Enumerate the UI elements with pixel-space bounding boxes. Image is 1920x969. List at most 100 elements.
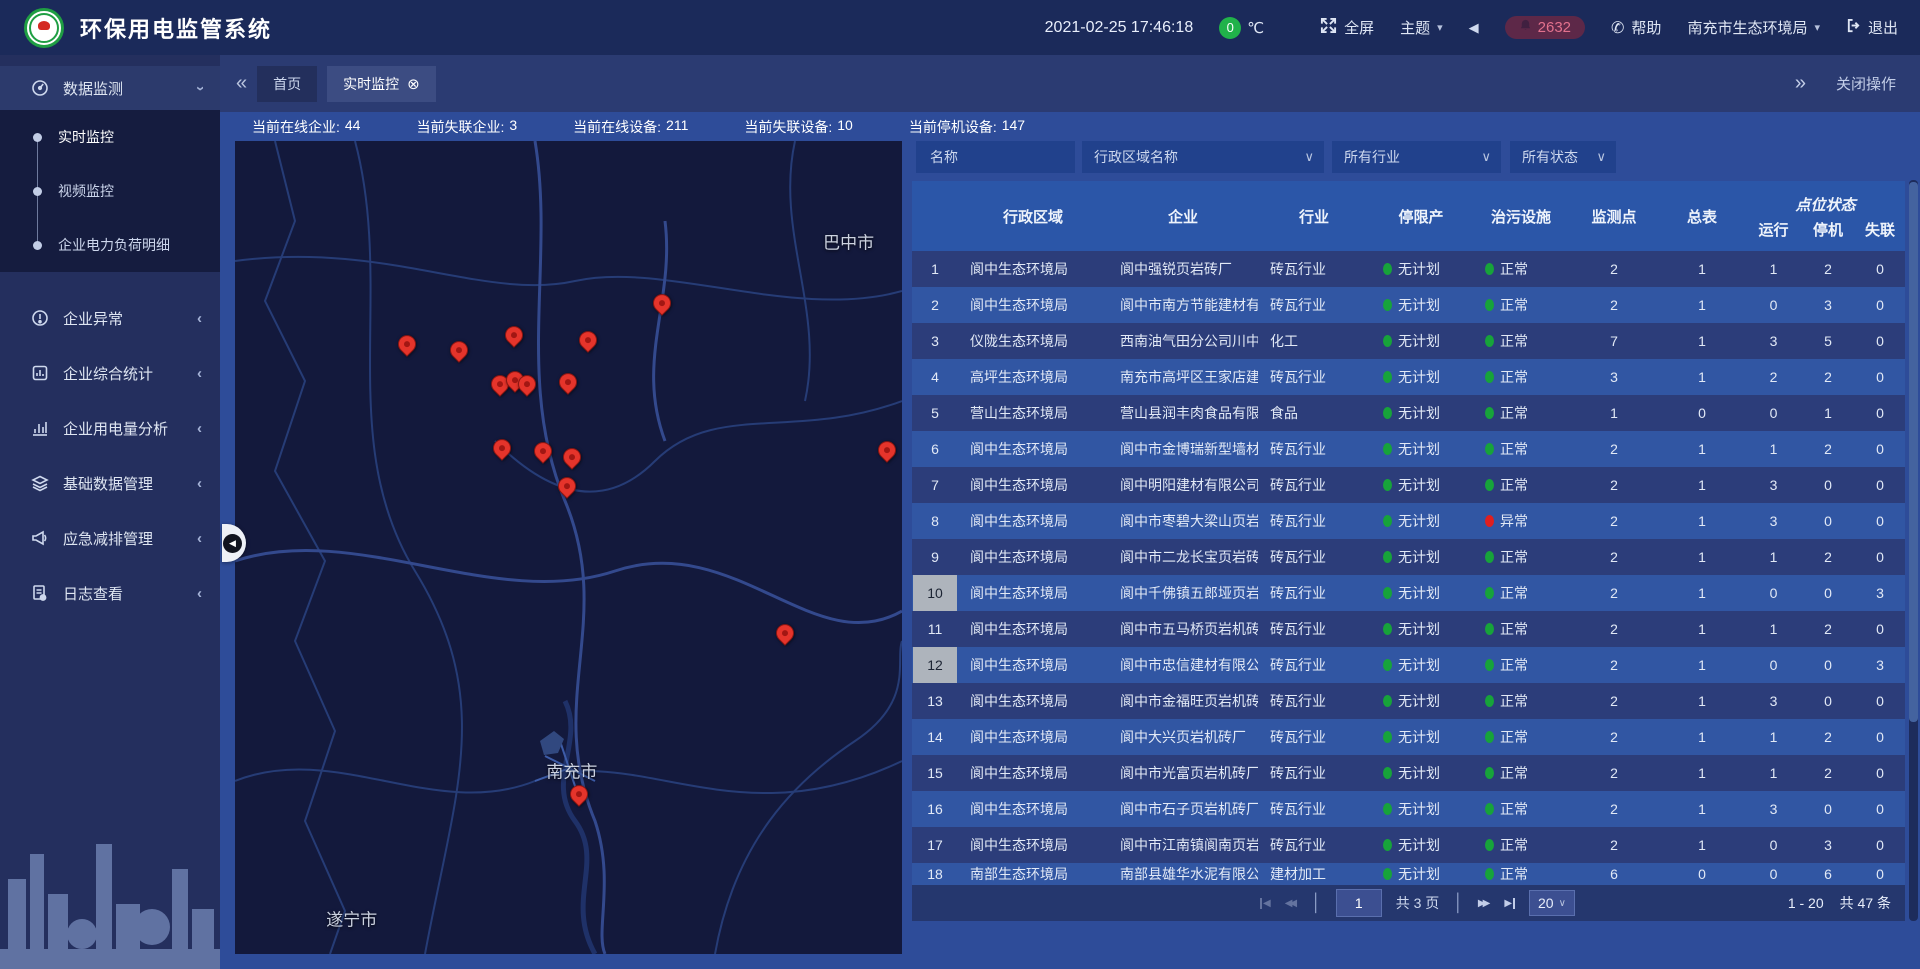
sidebar-group[interactable]: 企业异常‹ [0, 296, 220, 340]
table-row[interactable]: 2阆中生态环境局阆中市南方节能建材有砖瓦行业无计划正常21030 [912, 287, 1905, 323]
sidebar-subitem[interactable]: 企业电力负荷明细 [0, 218, 220, 272]
map-pin[interactable] [397, 334, 417, 360]
cell-monitor-points: 2 [1570, 503, 1658, 539]
table-row[interactable]: 16阆中生态环境局阆中市石子页岩机砖厂砖瓦行业无计划正常21300 [912, 791, 1905, 827]
cell-region: 阆中生态环境局 [958, 287, 1108, 323]
sidebar-group[interactable]: 基础数据管理‹ [0, 461, 220, 505]
name-filter-input[interactable] [928, 148, 1063, 166]
limit-text: 无计划 [1398, 331, 1440, 351]
tab-home[interactable]: 首页 [257, 66, 317, 102]
table-row[interactable]: 8阆中生态环境局阆中市枣碧大梁山页岩砖瓦行业无计划异常21300 [912, 503, 1905, 539]
cell-production-limit: 无计划 [1370, 431, 1472, 467]
status-filter-select[interactable]: 所有状态 ∨ [1510, 141, 1616, 173]
map-roads [235, 141, 902, 954]
last-page-button[interactable]: ▶ [1504, 898, 1515, 909]
cell-pollution-control: 正常 [1472, 755, 1570, 791]
fullscreen-button[interactable]: 全屏 [1320, 17, 1374, 38]
table-row[interactable]: 1阆中生态环境局阆中强锐页岩砖厂砖瓦行业无计划正常21120 [912, 251, 1905, 287]
map-pin[interactable] [562, 447, 582, 473]
map-pin[interactable] [517, 374, 537, 400]
notification-badge[interactable]: 2632 [1505, 16, 1585, 39]
cell-region: 阆中生态环境局 [958, 683, 1108, 719]
table-row[interactable]: 10阆中生态环境局阆中千佛镇五郎垭页岩砖瓦行业无计划正常21003 [912, 575, 1905, 611]
table-row[interactable]: 3仪陇生态环境局西南油气田分公司川中化工无计划正常71350 [912, 323, 1905, 359]
sidebar-group[interactable]: 日志查看‹ [0, 571, 220, 615]
map-pin[interactable] [775, 623, 795, 649]
close-icon[interactable]: ⊗ [407, 75, 420, 93]
cell-index: 13 [912, 683, 958, 719]
table-row[interactable]: 7阆中生态环境局阆中明阳建材有限公司砖瓦行业无计划正常21300 [912, 467, 1905, 503]
cell-stopped: 0 [1801, 791, 1855, 827]
sidebar-group[interactable]: 数据监测‹ [0, 66, 220, 110]
tab-realtime-monitor[interactable]: 实时监控 ⊗ [327, 66, 436, 102]
map-pin[interactable] [504, 325, 524, 351]
chevron-down-icon: ∨ [1304, 149, 1314, 165]
logout-button[interactable]: 退出 [1846, 17, 1898, 38]
vertical-scrollbar[interactable] [1909, 180, 1918, 921]
cell-disconnected: 0 [1855, 467, 1905, 503]
theme-menu[interactable]: 主题 ▾ [1400, 17, 1443, 38]
status-dot-green [1485, 407, 1494, 419]
status-dot-green [1383, 299, 1392, 311]
chevron-left-icon: ‹ [197, 310, 202, 327]
page-size-select[interactable]: 20 ∨ [1529, 890, 1575, 916]
temperature-badge: 0 [1219, 17, 1241, 39]
map-pin[interactable] [578, 330, 598, 356]
map-pin[interactable] [877, 440, 897, 466]
row-number: 12 [913, 647, 957, 683]
tabs-scroll-right-icon[interactable]: » [1795, 72, 1806, 95]
sidebar-group[interactable]: 应急减排管理‹ [0, 516, 220, 560]
facility-text: 正常 [1500, 763, 1528, 783]
map-pin[interactable] [533, 441, 553, 467]
map-pin[interactable] [558, 372, 578, 398]
map-pin[interactable] [557, 476, 577, 502]
table-row[interactable]: 9阆中生态环境局阆中市二龙长宝页岩砖砖瓦行业无计划正常21120 [912, 539, 1905, 575]
close-operations-button[interactable]: 关闭操作 [1836, 73, 1896, 94]
table-row[interactable]: 18南部生态环境局南部县雄华水泥有限公建材加工无计划正常60060 [912, 863, 1905, 885]
table-row[interactable]: 4高坪生态环境局南充市高坪区王家店建砖瓦行业无计划正常31220 [912, 359, 1905, 395]
next-page-button[interactable]: ▶▶ [1478, 898, 1487, 909]
help-button[interactable]: ✆ 帮助 [1611, 17, 1661, 38]
tabs-scroll-left-icon[interactable]: « [236, 72, 247, 95]
cell-stopped: 0 [1801, 575, 1855, 611]
cell-monitor-points: 2 [1570, 827, 1658, 863]
industry-filter-select[interactable]: 所有行业 ∨ [1332, 141, 1501, 173]
facility-text: 正常 [1500, 619, 1528, 639]
cell-industry: 砖瓦行业 [1258, 539, 1370, 575]
mute-button[interactable]: ◀ [1469, 20, 1479, 36]
sidebar-group[interactable]: 企业用电量分析‹ [0, 406, 220, 450]
app-logo [24, 8, 64, 48]
sidebar-group[interactable]: 企业综合统计‹ [0, 351, 220, 395]
cell-stopped: 2 [1801, 359, 1855, 395]
org-menu[interactable]: 南充市生态环境局 ▾ [1687, 17, 1820, 38]
region-filter-select[interactable]: 行政区域名称 ∨ [1082, 141, 1324, 173]
status-dot-green [1485, 731, 1494, 743]
table-row[interactable]: 6阆中生态环境局阆中市金博瑞新型墙材砖瓦行业无计划正常21120 [912, 431, 1905, 467]
table-row[interactable]: 13阆中生态环境局阆中市金福旺页岩机砖砖瓦行业无计划正常21300 [912, 683, 1905, 719]
page-number-input[interactable] [1336, 889, 1382, 917]
name-filter[interactable] [916, 141, 1075, 173]
table-row[interactable]: 12阆中生态环境局阆中市忠信建材有限公砖瓦行业无计划正常21003 [912, 647, 1905, 683]
map-pin[interactable] [492, 438, 512, 464]
map-pin[interactable] [652, 293, 672, 319]
status-dot-green [1485, 868, 1494, 880]
map-panel[interactable]: 巴中市南充市遂宁市 [235, 141, 902, 954]
table-row[interactable]: 15阆中生态环境局阆中市光富页岩机砖厂砖瓦行业无计划正常21120 [912, 755, 1905, 791]
scrollbar-thumb[interactable] [1909, 182, 1918, 722]
table-row[interactable]: 11阆中生态环境局阆中市五马桥页岩机砖砖瓦行业无计划正常21120 [912, 611, 1905, 647]
prev-page-button[interactable]: ◀◀ [1285, 898, 1294, 909]
table-row[interactable]: 14阆中生态环境局阆中大兴页岩机砖厂砖瓦行业无计划正常21120 [912, 719, 1905, 755]
cell-disconnected: 0 [1855, 287, 1905, 323]
row-number: 7 [931, 477, 939, 493]
table-row[interactable]: 17阆中生态环境局阆中市江南镇阆南页岩砖瓦行业无计划正常21030 [912, 827, 1905, 863]
first-page-button[interactable]: ◀ [1260, 898, 1271, 909]
sidebar-subitem[interactable]: 实时监控 [0, 110, 220, 164]
region-filter-value: 行政区域名称 [1094, 147, 1178, 167]
table-row[interactable]: 5营山生态环境局营山县润丰肉食品有限食品无计划正常10010 [912, 395, 1905, 431]
map-pin[interactable] [569, 784, 589, 810]
cell-disconnected: 0 [1855, 323, 1905, 359]
cell-total-meter: 1 [1658, 251, 1746, 287]
stat-item: 当前在线企业:44 [252, 117, 360, 137]
sidebar-subitem[interactable]: 视频监控 [0, 164, 220, 218]
map-pin[interactable] [449, 340, 469, 366]
